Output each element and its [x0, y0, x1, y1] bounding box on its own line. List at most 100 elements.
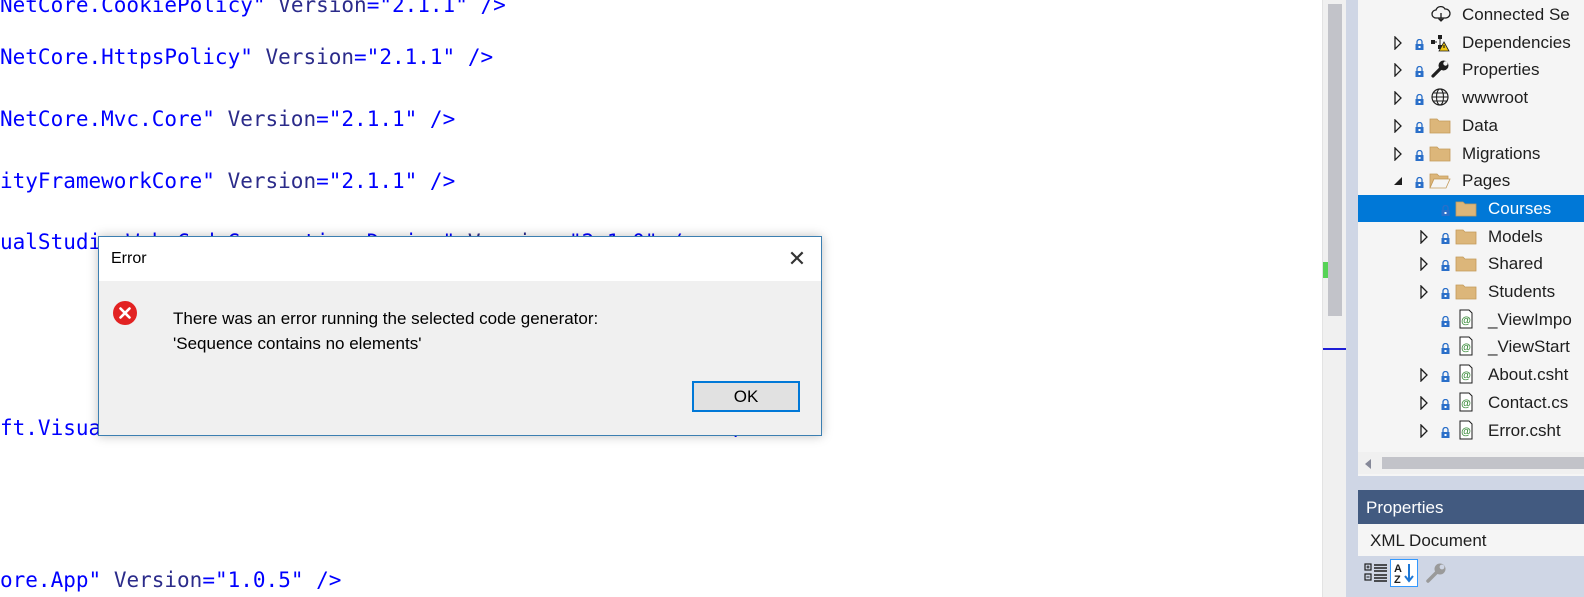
- panel-splitter[interactable]: [1346, 0, 1358, 597]
- tree-item-shared[interactable]: Shared: [1358, 250, 1584, 277]
- error-message-line2: 'Sequence contains no elements': [173, 334, 422, 353]
- ok-button[interactable]: OK: [692, 381, 800, 412]
- properties-splitter[interactable]: [1358, 476, 1584, 490]
- close-quote: ": [455, 0, 468, 17]
- collapsed-arrow-icon[interactable]: [1392, 145, 1404, 162]
- tree-item-viewstart[interactable]: @ _ViewStart: [1358, 333, 1584, 360]
- collapsed-arrow-icon[interactable]: [1392, 90, 1404, 106]
- collapsed-arrow-icon[interactable]: [1392, 35, 1404, 51]
- tag-close: />: [455, 45, 494, 69]
- quote: ": [240, 45, 266, 69]
- properties-toolbar: A Z: [1358, 556, 1584, 597]
- lock-icon: [1441, 425, 1450, 438]
- quote: ": [202, 107, 228, 131]
- tree-item-wwwroot[interactable]: wwwroot: [1358, 84, 1584, 111]
- quote: ": [252, 0, 279, 17]
- package-name: NetCore.HttpsPolicy: [0, 45, 241, 69]
- properties-header[interactable]: Properties: [1358, 490, 1584, 524]
- properties-object-selector[interactable]: XML Document: [1358, 524, 1584, 556]
- tree-item-dependencies[interactable]: Dependencies: [1358, 29, 1584, 56]
- collapsed-arrow-icon[interactable]: [1392, 118, 1404, 134]
- tree-item-label: About.csht: [1488, 365, 1569, 385]
- lock-icon: [1415, 120, 1424, 133]
- folder-icon: [1455, 253, 1477, 273]
- package-version: 1.0.5: [227, 568, 291, 592]
- tree-item-migrations[interactable]: Migrations: [1358, 140, 1584, 167]
- lock-icon: [1441, 231, 1450, 244]
- caret-position-marker: [1323, 348, 1347, 350]
- alphabetical-sort-icon[interactable]: A Z: [1390, 559, 1418, 587]
- editor-vertical-scrollbar[interactable]: [1322, 0, 1347, 597]
- scroll-left-arrow-icon[interactable]: [1362, 457, 1376, 469]
- tag-close: />: [417, 169, 456, 193]
- tree-item-label: Models: [1488, 226, 1543, 246]
- horizontal-scroll-thumb[interactable]: [1382, 457, 1584, 469]
- package-version: 2.1.1: [391, 0, 456, 17]
- tree-item-contact-cs[interactable]: @ Contact.cs: [1358, 389, 1584, 416]
- package-version: 2.1.1: [341, 169, 405, 193]
- close-quote: ": [442, 45, 456, 69]
- close-quote: ": [404, 169, 418, 193]
- lock-icon: [1441, 397, 1450, 410]
- tree-item-label: _ViewImpo: [1488, 309, 1572, 329]
- close-icon[interactable]: ✕: [783, 245, 811, 273]
- collapsed-arrow-icon[interactable]: [1392, 62, 1404, 78]
- package-version: 2.1.1: [379, 45, 443, 69]
- package-version: 2.1.1: [341, 107, 405, 131]
- equals-quote: =": [354, 45, 380, 69]
- razor-file-icon: @: [1455, 392, 1477, 412]
- collapsed-arrow-icon[interactable]: [1418, 367, 1430, 383]
- razor-file-icon: @: [1455, 364, 1477, 384]
- tree-item-data[interactable]: Data: [1358, 112, 1584, 139]
- package-name: ityFrameworkCore: [0, 169, 203, 193]
- tree-item-label: Students: [1488, 282, 1556, 301]
- properties-title: Properties: [1366, 498, 1444, 517]
- lock-icon: [1441, 369, 1450, 383]
- tree-item-label: Data: [1462, 115, 1498, 135]
- lock-icon: [1415, 148, 1424, 161]
- code-line: ore.App" Version="1.0.5" />: [0, 567, 341, 593]
- collapsed-arrow-icon[interactable]: [1418, 395, 1430, 411]
- tree-item-label: _ViewStart: [1488, 337, 1570, 357]
- tree-item-label: Error.csht: [1488, 420, 1561, 440]
- categorized-icon[interactable]: [1362, 559, 1390, 587]
- expanded-arrow-icon[interactable]: [1392, 174, 1404, 188]
- tree-item-students[interactable]: Students: [1358, 278, 1584, 305]
- package-name: NetCore.CookiePolicy: [0, 0, 253, 17]
- tree-item-label: Connected Se: [1462, 5, 1570, 24]
- editor-scroll-thumb[interactable]: [1328, 4, 1342, 316]
- lock-icon: [1441, 203, 1450, 216]
- razor-file-icon: @: [1455, 309, 1477, 329]
- tree-item-pages[interactable]: Pages: [1358, 167, 1584, 194]
- dialog-titlebar[interactable]: Error ✕: [99, 237, 821, 281]
- svg-text:@: @: [1461, 398, 1471, 409]
- equals-quote: =": [366, 0, 392, 17]
- attribute-name: Version: [227, 107, 317, 131]
- lock-icon: [1441, 314, 1450, 327]
- globe-icon: [1429, 87, 1451, 107]
- tree-item-error-csht[interactable]: @ Error.csht: [1358, 417, 1584, 444]
- properties-object-label: XML Document: [1370, 531, 1487, 550]
- tree-item-courses[interactable]: Courses: [1358, 194, 1584, 222]
- collapsed-arrow-icon[interactable]: [1418, 229, 1430, 245]
- tree-item-about-csht[interactable]: @ About.csht: [1358, 361, 1584, 388]
- quote: ": [202, 169, 228, 193]
- tree-item-label: Migrations: [1462, 143, 1541, 163]
- lock-icon: [1415, 64, 1424, 78]
- tree-item-viewimpo[interactable]: @ _ViewImpo: [1358, 306, 1584, 333]
- collapsed-arrow-icon[interactable]: [1418, 422, 1430, 439]
- tree-item-label: Pages: [1462, 171, 1511, 191]
- tree-item-connected-se[interactable]: Connected Se: [1358, 1, 1584, 28]
- solution-explorer-horizontal-scrollbar[interactable]: [1358, 452, 1584, 474]
- collapsed-arrow-icon[interactable]: [1418, 256, 1430, 272]
- error-dialog: Error ✕ There was an error running the s…: [98, 236, 822, 436]
- tree-item-label: Properties: [1462, 60, 1540, 80]
- lock-icon: [1415, 37, 1424, 50]
- tree-item-models[interactable]: Models: [1358, 223, 1584, 250]
- collapsed-arrow-icon[interactable]: [1418, 284, 1430, 300]
- lock-icon: [1441, 258, 1450, 272]
- property-pages-icon[interactable]: [1422, 559, 1450, 587]
- tree-item-properties[interactable]: Properties: [1358, 56, 1584, 83]
- close-quote: ": [404, 107, 418, 131]
- dialog-title: Error: [111, 250, 147, 267]
